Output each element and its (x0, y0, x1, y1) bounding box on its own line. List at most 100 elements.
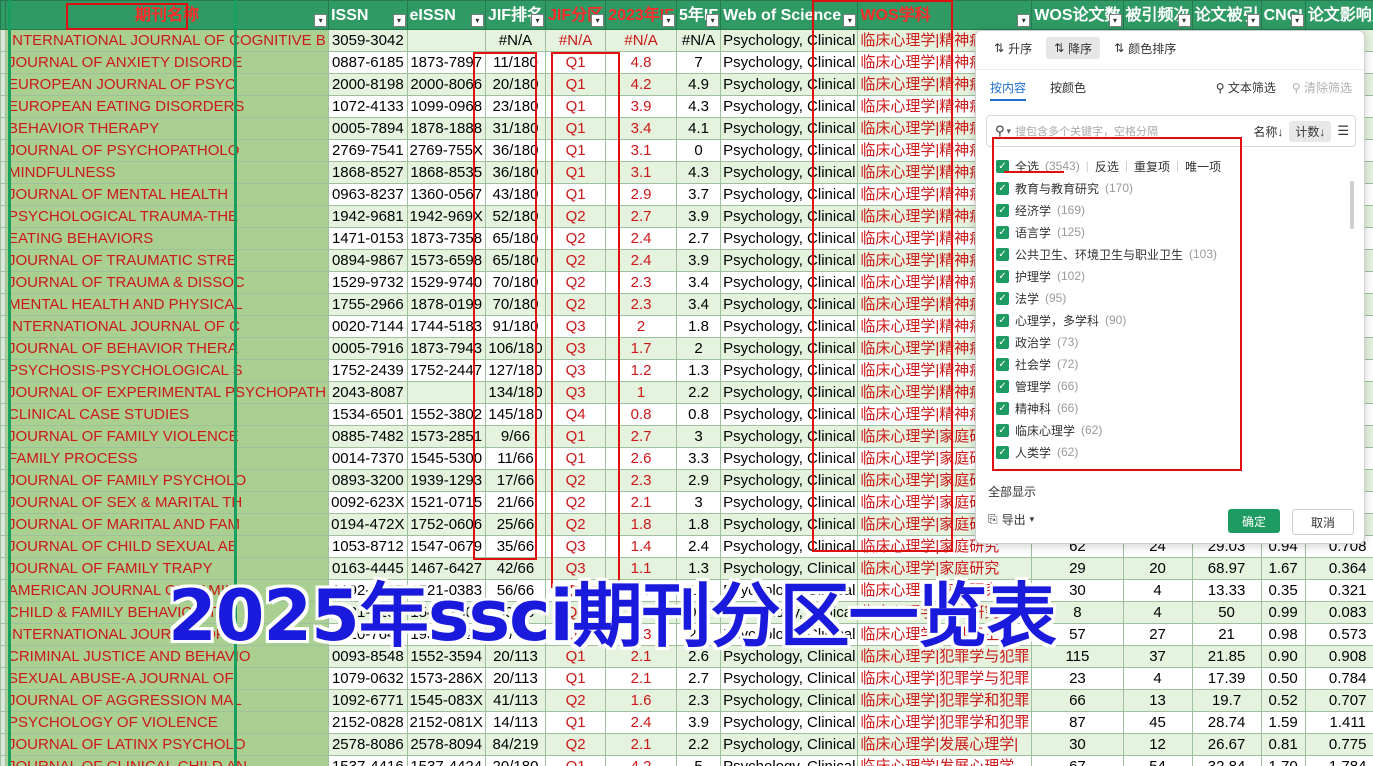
table-cell[interactable]: 0.81 (1260, 733, 1306, 756)
table-cell[interactable]: 1.67 (1260, 557, 1306, 580)
table-cell[interactable]: 50 (1191, 601, 1262, 624)
filter-list-item[interactable]: ✓ 社会学 (72) (996, 353, 1336, 375)
table-cell[interactable]: 2578-8086 (328, 733, 408, 756)
table-cell[interactable]: 0.775 (1304, 733, 1373, 756)
table-cell[interactable]: JOURNAL OF CHILD SEXUAL AB (4, 535, 330, 558)
table-cell[interactable]: 21 (1191, 623, 1262, 646)
table-cell[interactable]: 35/66 (484, 535, 547, 558)
table-cell[interactable]: 1873-7943 (406, 337, 486, 360)
table-cell[interactable]: #N/A (484, 29, 547, 52)
table-cell[interactable]: Psychology, Clinical (720, 271, 859, 294)
table-cell[interactable]: Q1 (545, 161, 607, 184)
table-cell[interactable]: EUROPEAN EATING DISORDERS (4, 95, 330, 118)
table-cell[interactable]: 20/180 (484, 73, 547, 96)
table-cell[interactable]: 0.8 (675, 403, 722, 426)
table-cell[interactable]: 1.8 (605, 513, 677, 536)
table-cell[interactable]: 11/66 (484, 447, 547, 470)
table-cell[interactable]: Psychology, Clinical (720, 381, 859, 404)
table-cell[interactable]: 1755-2966 (328, 293, 408, 316)
table-cell[interactable]: 1752-2439 (328, 359, 408, 382)
column-header[interactable]: 2023年IF ▾ (605, 0, 677, 30)
table-cell[interactable]: 0894-9867 (328, 249, 408, 272)
table-cell[interactable]: Psychology, Clinical (720, 117, 859, 140)
filter-dropdown-icon[interactable]: ▾ (591, 14, 605, 27)
table-cell[interactable]: JOURNAL OF SEX & MARITAL TH (4, 491, 330, 514)
table-cell[interactable]: 2.1 (605, 491, 677, 514)
filter-dropdown-icon[interactable]: ▾ (1177, 14, 1191, 27)
table-cell[interactable]: 0.8 (605, 403, 677, 426)
filter-list-item[interactable]: ✓ 精神科 (66) (996, 397, 1336, 419)
table-cell[interactable]: Q3 (545, 337, 607, 360)
checkbox[interactable]: ✓ (996, 423, 1009, 437)
table-cell[interactable]: 1.70 (1260, 755, 1306, 766)
table-cell[interactable]: 4.9 (675, 73, 722, 96)
filter-dropdown-icon[interactable]: ▾ (1108, 14, 1122, 27)
table-cell[interactable]: 43/180 (484, 183, 547, 206)
invert-selection-link[interactable]: 反选 (1095, 158, 1119, 175)
table-cell[interactable]: 4 (1122, 667, 1193, 690)
filter-list-item[interactable]: ✓ 公共卫生、环境卫生与职业卫生 (103) (996, 243, 1336, 265)
column-header[interactable]: JIF分区 ▾ (545, 0, 607, 30)
table-cell[interactable]: 0.99 (1260, 601, 1306, 624)
table-cell[interactable]: Psychology, Clinical (720, 755, 859, 766)
table-cell[interactable]: 106/180 (484, 337, 547, 360)
table-cell[interactable]: 3.1 (605, 161, 677, 184)
table-cell[interactable]: 30 (1031, 733, 1124, 756)
checkbox[interactable]: ✓ (996, 291, 1009, 305)
table-cell[interactable]: Q2 (545, 733, 607, 756)
table-cell[interactable]: 1.7 (605, 337, 677, 360)
table-cell[interactable]: Psychology, Clinical (720, 513, 859, 536)
table-cell[interactable]: 2152-0828 (328, 711, 408, 734)
table-cell[interactable]: 2043-8087 (328, 381, 408, 404)
table-cell[interactable]: Psychology, Clinical (720, 227, 859, 250)
table-cell[interactable]: Psychology, Clinical (720, 51, 859, 74)
table-cell[interactable]: JOURNAL OF AGGRESSION MAL (4, 689, 330, 712)
table-cell[interactable]: Psychology, Clinical (720, 667, 859, 690)
checkbox[interactable]: ✓ (996, 357, 1009, 371)
table-cell[interactable]: MENTAL HEALTH AND PHYSICAL (4, 293, 330, 316)
table-cell[interactable]: Q2 (545, 469, 607, 492)
table-cell[interactable]: JOURNAL OF MARITAL AND FAM (4, 513, 330, 536)
table-cell[interactable]: 0.50 (1260, 667, 1306, 690)
table-cell[interactable]: 2.3 (605, 293, 677, 316)
table-cell[interactable]: 临床心理学|犯罪学与犯罪 (857, 667, 1033, 690)
table-cell[interactable]: #N/A (605, 29, 677, 52)
table-cell[interactable]: CLINICAL CASE STUDIES (4, 403, 330, 426)
table-cell[interactable]: 20/113 (484, 667, 547, 690)
table-cell[interactable]: 1.8 (675, 513, 722, 536)
table-cell[interactable]: Q1 (545, 95, 607, 118)
table-cell[interactable]: JOURNAL OF CLINICAL CHILD AN (4, 755, 330, 766)
table-cell[interactable]: 67 (1031, 755, 1124, 766)
table-cell[interactable]: 3.9 (675, 205, 722, 228)
table-cell[interactable]: 12 (1122, 733, 1193, 756)
table-cell[interactable]: 14/113 (484, 711, 547, 734)
filter-list-item[interactable]: ✓ 人类学 (62) (996, 441, 1336, 463)
table-cell[interactable]: 4 (1122, 601, 1193, 624)
table-cell[interactable]: 2.2 (675, 381, 722, 404)
sort-by-count-option[interactable]: 计数↓ (1289, 120, 1332, 142)
column-header[interactable]: CNCI ▾ (1260, 0, 1306, 30)
table-cell[interactable]: 4.3 (675, 95, 722, 118)
table-cell[interactable]: 2.1 (605, 733, 677, 756)
checkbox[interactable]: ✓ (996, 203, 1009, 217)
table-cell[interactable]: 1939-1293 (406, 469, 486, 492)
table-cell[interactable]: 32.84 (1191, 755, 1262, 766)
table-cell[interactable]: 21.85 (1191, 645, 1262, 668)
table-cell[interactable]: 0092-623X (328, 491, 408, 514)
table-cell[interactable]: 3.9 (675, 249, 722, 272)
table-cell[interactable]: Q1 (545, 447, 607, 470)
table-cell[interactable]: Psychology, Clinical (720, 249, 859, 272)
table-cell[interactable]: 0.908 (1304, 645, 1373, 668)
table-cell[interactable]: 1752-2447 (406, 359, 486, 382)
table-cell[interactable]: 13.33 (1191, 579, 1262, 602)
table-cell[interactable]: 31/180 (484, 117, 547, 140)
table-cell[interactable]: 0.707 (1304, 689, 1373, 712)
table-cell[interactable] (406, 381, 486, 404)
table-cell[interactable]: 2152-081X (406, 711, 486, 734)
table-cell[interactable]: 5 (675, 755, 722, 766)
table-cell[interactable]: 2.7 (605, 205, 677, 228)
table-cell[interactable]: 0014-7370 (328, 447, 408, 470)
table-cell[interactable]: PSYCHOLOGICAL TRAUMA-THE (4, 205, 330, 228)
table-cell[interactable]: 1099-0968 (406, 95, 486, 118)
checkbox[interactable]: ✓ (996, 445, 1009, 459)
